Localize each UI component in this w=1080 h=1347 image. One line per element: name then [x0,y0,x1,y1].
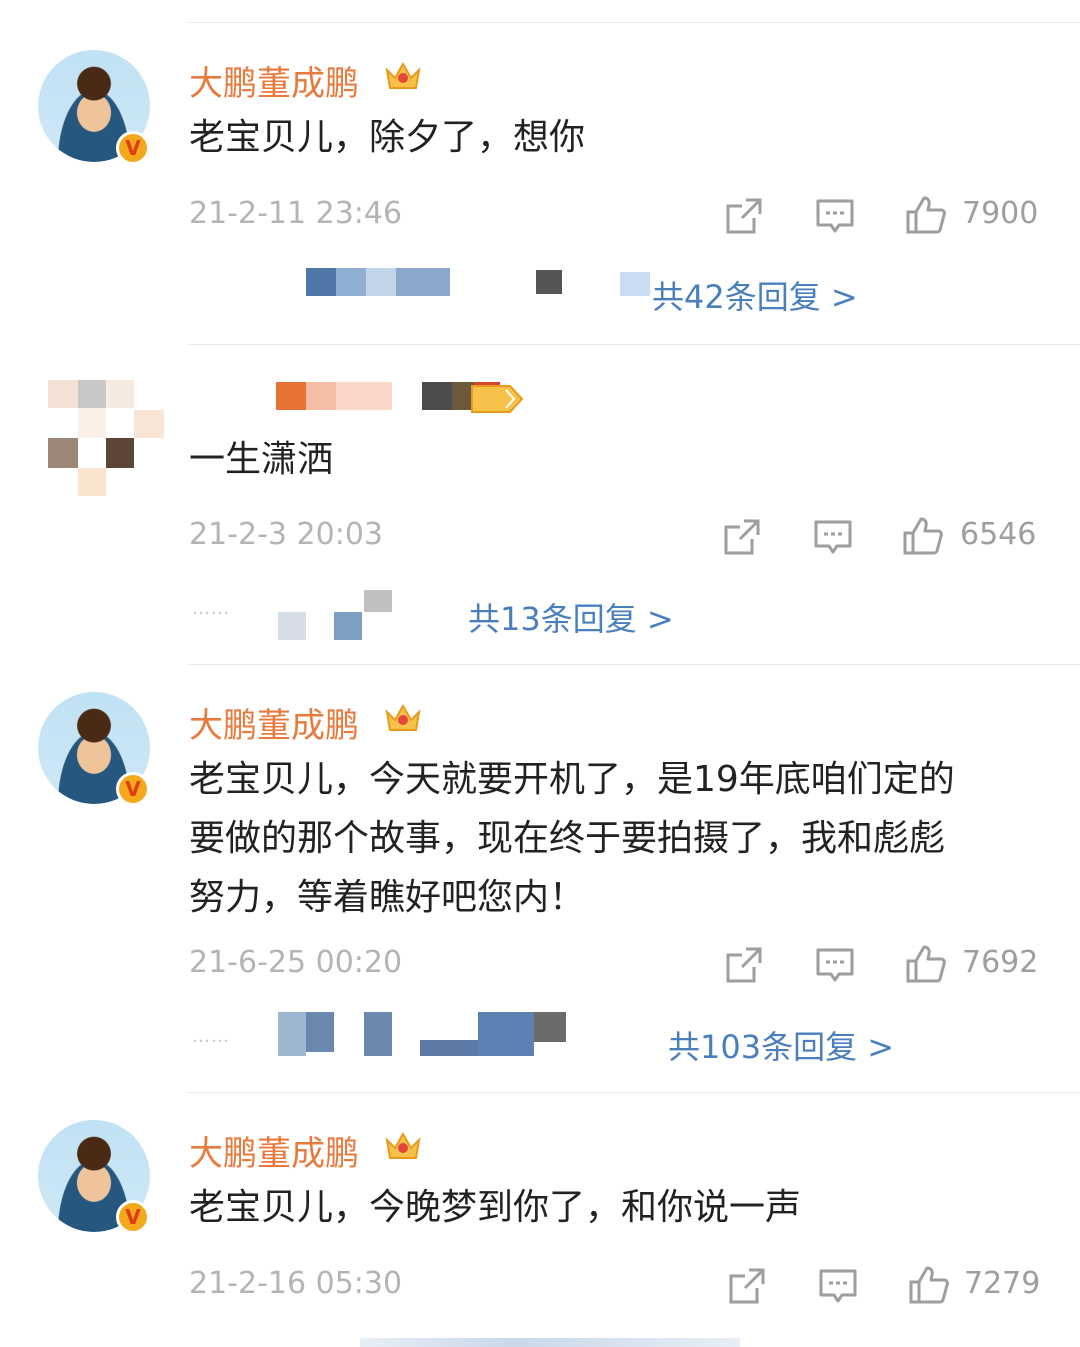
share-icon[interactable] [722,517,762,557]
divider [188,664,1080,665]
verified-badge-icon: V [116,131,150,165]
blurred-reply-preview [278,1012,648,1058]
username[interactable]: 大鹏董成鹏 [189,698,359,747]
view-replies-link[interactable]: 共103条回复 > [668,1022,894,1068]
crown-icon [385,61,421,89]
comment-text: 老宝贝儿，除夕了，想你 [189,117,586,158]
view-replies-link[interactable]: 共42条回复 > [652,272,858,318]
avatar[interactable] [48,380,164,496]
like-count: 7279 [964,1266,1041,1301]
share-icon[interactable] [724,945,764,985]
comment-icon[interactable] [818,1266,858,1306]
comment-text: 老宝贝儿，今晚梦到你了，和你说一声 [189,1187,802,1228]
username[interactable]: 大鹏董成鹏 [189,1126,359,1175]
comment-text-line: 要做的那个故事，现在终于要拍摄了，我和彪彪 [189,818,946,859]
blurred-reply-preview [280,268,680,298]
comment-icon[interactable] [815,196,855,236]
thumbs-up-icon[interactable] [905,194,947,236]
comment-text: 一生潇洒 [189,439,334,480]
thumbs-up-icon[interactable] [905,943,947,985]
ellipsis: …… [192,1026,230,1047]
crown-icon [385,1131,421,1159]
comment-text-line: 老宝贝儿，今天就要开机了，是19年底咱们定的 [189,759,955,800]
timestamp: 21-6-25 00:20 [189,945,403,980]
username[interactable]: 大鹏董成鹏 [189,56,359,105]
ellipsis: …… [192,598,230,619]
timestamp: 21-2-16 05:30 [189,1266,403,1301]
like-count: 6546 [960,517,1037,552]
verified-badge-icon: V [116,772,150,806]
comment-text-line: 努力，等着瞧好吧您内！ [189,877,586,918]
like-count: 7900 [962,196,1039,231]
thumbs-up-icon[interactable] [902,515,944,557]
blurred-reply-preview [278,590,398,642]
timestamp: 21-2-3 20:03 [189,517,383,552]
crown-icon [385,703,421,731]
level-badge-icon [471,385,524,413]
divider [188,344,1080,345]
comment-icon[interactable] [813,517,853,557]
divider [188,22,1080,23]
like-count: 7692 [962,945,1039,980]
view-replies-link[interactable]: 共13条回复 > [468,594,674,640]
cut-off-reply-preview [360,1338,740,1347]
share-icon[interactable] [724,196,764,236]
comment-icon[interactable] [815,945,855,985]
divider [188,1092,1080,1093]
timestamp: 21-2-11 23:46 [189,196,403,231]
thumbs-up-icon[interactable] [908,1264,950,1306]
verified-badge-icon: V [116,1200,150,1234]
share-icon[interactable] [727,1266,767,1306]
